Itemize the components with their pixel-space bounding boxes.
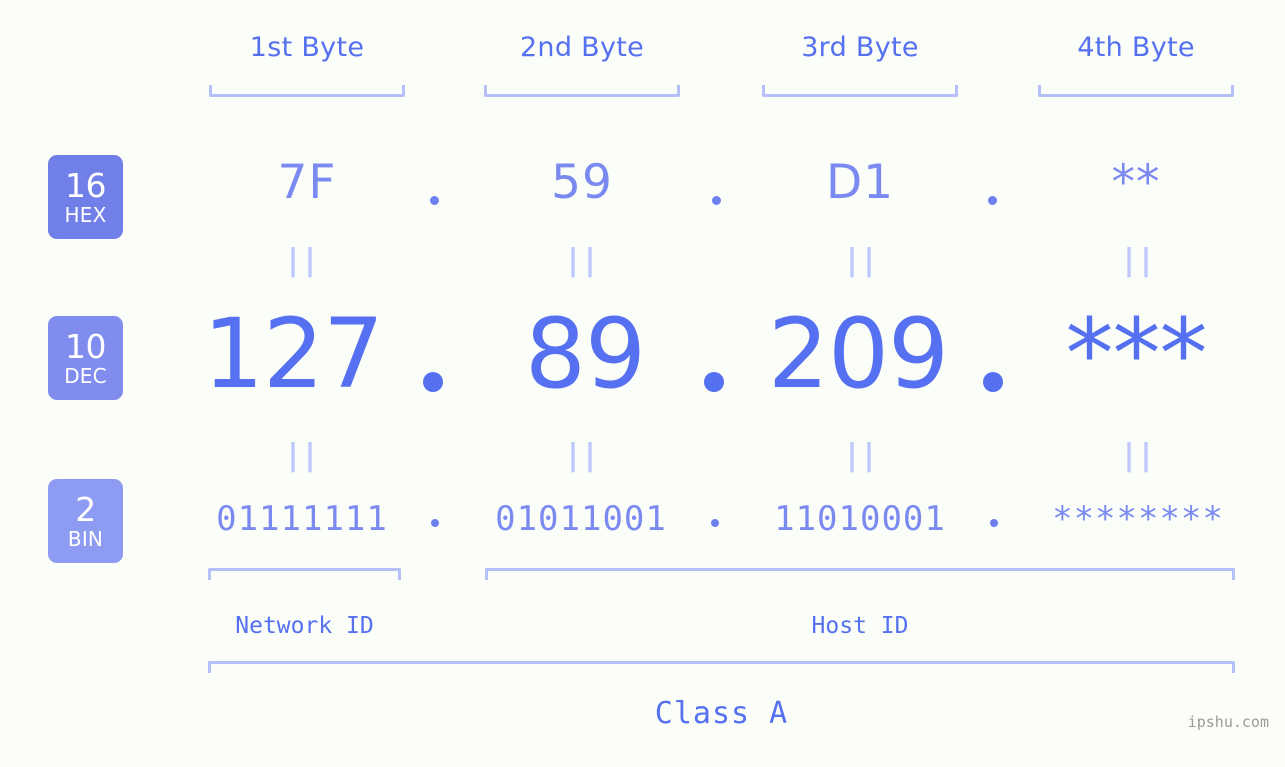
dec-byte-1: 127 — [202, 298, 384, 410]
byte-bracket-1 — [209, 85, 405, 97]
base-badge-dec: 10 DEC — [48, 316, 123, 400]
equals-connector-dec-bin-4: || — [1119, 438, 1155, 473]
network-id-label: Network ID — [235, 613, 374, 639]
equals-connector-dec-bin-2: || — [563, 438, 599, 473]
base-badge-bin-number: 2 — [75, 490, 96, 529]
bin-separator-dot-3 — [990, 519, 998, 527]
site-watermark: ipshu.com — [1187, 713, 1269, 731]
bin-separator-dot-2 — [711, 519, 719, 527]
host-id-bracket — [485, 568, 1235, 580]
hex-byte-3: D1 — [825, 155, 895, 210]
equals-connector-dec-bin-3: || — [842, 438, 878, 473]
network-id-bracket — [208, 568, 401, 580]
dec-separator-dot-1 — [423, 372, 443, 392]
bin-byte-2: 01011001 — [495, 499, 667, 539]
dec-separator-dot-3 — [983, 372, 1003, 392]
equals-connector-hex-dec-3: || — [842, 243, 878, 278]
dec-byte-2: 89 — [524, 298, 646, 410]
class-bracket — [208, 661, 1235, 673]
byte-bracket-4 — [1038, 85, 1234, 97]
hex-separator-dot-2 — [712, 196, 721, 205]
dec-separator-dot-2 — [704, 372, 724, 392]
base-badge-dec-number: 10 — [65, 327, 107, 366]
ip-address-breakdown-diagram: 1st Byte 2nd Byte 3rd Byte 4th Byte 16 H… — [0, 0, 1285, 767]
bin-byte-3: 11010001 — [774, 499, 946, 539]
bin-separator-dot-1 — [431, 519, 439, 527]
base-badge-bin-abbr: BIN — [67, 527, 104, 551]
byte-header-4: 4th Byte — [1077, 32, 1195, 63]
dec-byte-3: 209 — [767, 298, 949, 410]
hex-byte-4: ** — [1111, 155, 1161, 210]
base-badge-hex-number: 16 — [65, 166, 107, 205]
base-badge-hex: 16 HEX — [48, 155, 123, 239]
byte-header-2: 2nd Byte — [519, 32, 645, 63]
dec-byte-4: *** — [1065, 298, 1208, 410]
class-label: Class A — [654, 696, 789, 731]
host-id-label: Host ID — [811, 613, 909, 639]
base-badge-bin: 2 BIN — [48, 479, 123, 563]
hex-separator-dot-1 — [430, 196, 439, 205]
hex-byte-2: 59 — [551, 155, 613, 210]
equals-connector-dec-bin-1: || — [283, 438, 319, 473]
byte-header-1: 1st Byte — [249, 32, 365, 63]
equals-connector-hex-dec-2: || — [563, 243, 599, 278]
hex-byte-1: 7F — [277, 155, 337, 210]
base-badge-dec-abbr: DEC — [64, 364, 107, 388]
equals-connector-hex-dec-1: || — [283, 243, 319, 278]
bin-byte-4: ******** — [1052, 499, 1224, 539]
byte-header-3: 3rd Byte — [801, 32, 919, 63]
hex-separator-dot-3 — [988, 196, 997, 205]
bin-byte-1: 01111111 — [216, 499, 388, 539]
byte-bracket-2 — [484, 85, 680, 97]
equals-connector-hex-dec-4: || — [1119, 243, 1155, 278]
byte-bracket-3 — [762, 85, 958, 97]
base-badge-hex-abbr: HEX — [64, 203, 107, 227]
